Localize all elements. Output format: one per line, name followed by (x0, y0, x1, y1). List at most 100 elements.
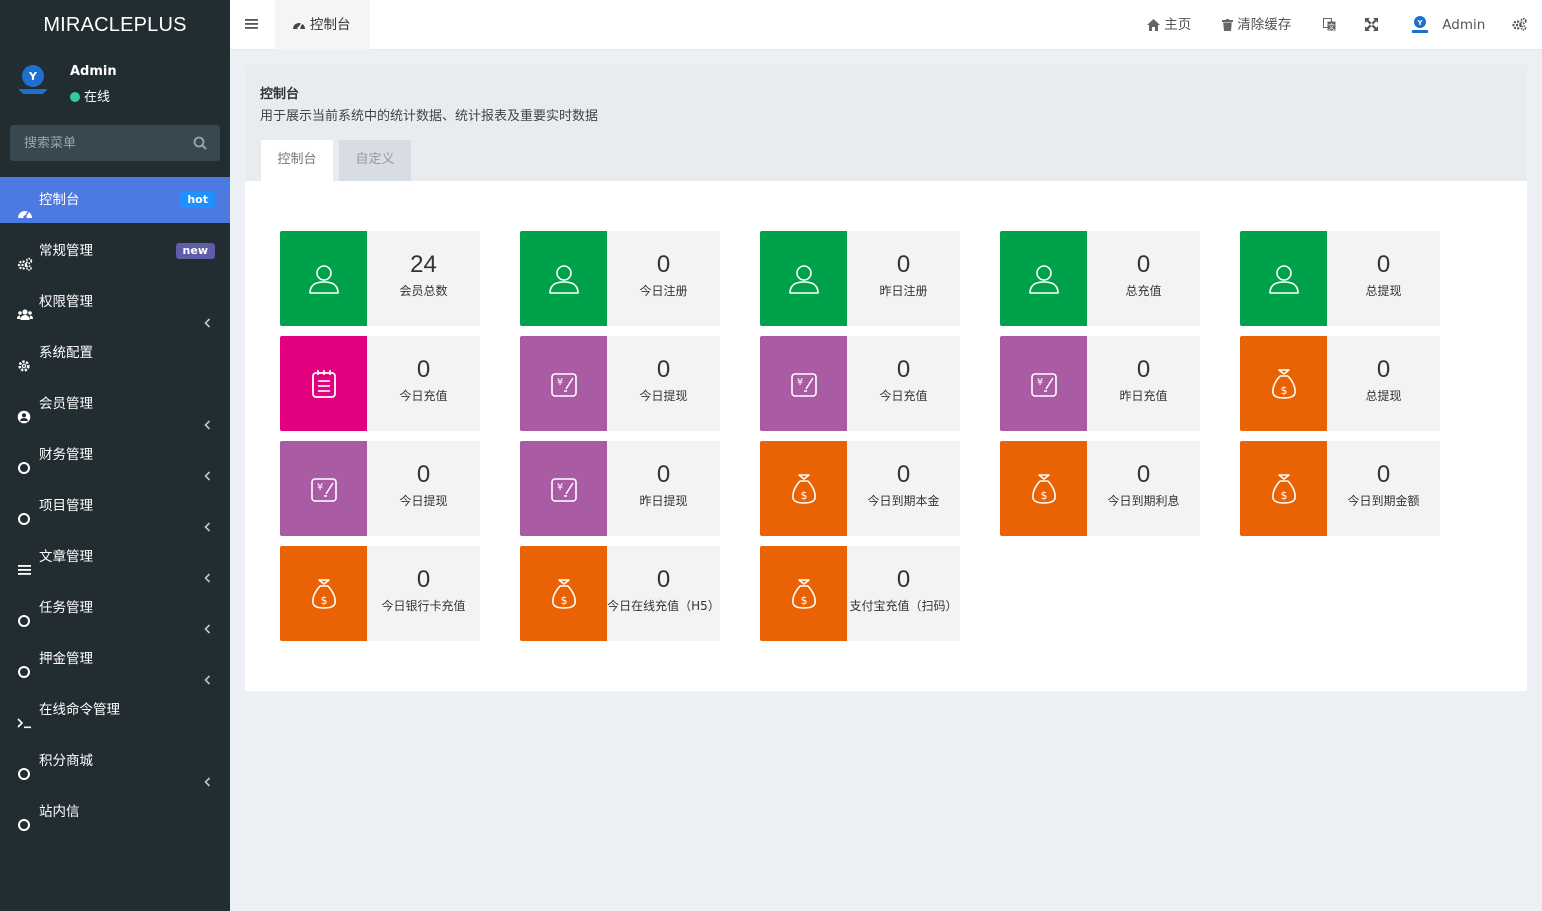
menu-badge-new: new (175, 243, 215, 259)
sidebar-item-label: 控制台 (39, 192, 80, 208)
stat-label: 昨日提现 (639, 494, 688, 508)
home-link[interactable]: 主页 (1147, 0, 1191, 50)
stat-card: ¥0 今日充值 (760, 336, 960, 431)
topbar: 控制台 主页 清除缓存 文 Y Admin (230, 0, 1542, 50)
stat-label: 总提现 (1365, 389, 1402, 403)
money-bag-icon: $ (1000, 441, 1087, 536)
stat-value: 0 (896, 251, 911, 278)
yuan-card-icon: ¥ (760, 336, 847, 431)
svg-text:Y: Y (28, 70, 38, 83)
chevron-left-icon[interactable] (204, 658, 211, 685)
stat-value: 0 (1376, 356, 1391, 383)
user-icon (520, 231, 607, 326)
stat-label: 会员总数 (399, 284, 448, 298)
chevron-left-icon[interactable] (204, 403, 211, 430)
sidebar-item[interactable]: 财务管理 (0, 432, 230, 483)
sidebar-item[interactable]: 系统配置 (0, 330, 230, 381)
menu-toggle-icon[interactable] (245, 17, 259, 31)
expand-icon (1365, 18, 1378, 31)
user-icon (1000, 231, 1087, 326)
sidebar-item-label: 在线命令管理 (39, 702, 120, 718)
notepad-icon (280, 336, 367, 431)
stat-label: 支付宝充值（扫码） (849, 599, 958, 613)
sidebar-item-label: 项目管理 (39, 498, 93, 514)
stat-card: $0 今日银行卡充值 (280, 546, 480, 641)
brand-logo-text[interactable]: MIRACLEPLUS (0, 0, 230, 50)
sidebar-item[interactable]: 任务管理 (0, 585, 230, 636)
sidebar-menu: 控制台 hot 常规管理 new 权限管理系统配置会员管理财务管理项目管理文章管理 任务管… (0, 177, 230, 840)
chevron-left-icon[interactable] (204, 760, 211, 787)
stat-card: $0 今日到期金额 (1240, 441, 1440, 536)
settings-button[interactable] (1512, 0, 1527, 50)
chevron-left-icon[interactable] (204, 505, 211, 532)
translate-button[interactable]: 文 (1323, 0, 1336, 50)
yuan-card-icon: ¥ (520, 336, 607, 431)
tab-dashboard-label: 控制台 (310, 17, 351, 33)
dashboard-icon (17, 193, 33, 219)
svg-text:Y: Y (1416, 19, 1423, 27)
stat-label: 昨日注册 (879, 284, 928, 298)
chevron-left-icon[interactable] (204, 301, 211, 328)
sidebar-item[interactable]: 押金管理 (0, 636, 230, 687)
stat-value: 0 (416, 461, 431, 488)
tab-dashboard[interactable]: 控制台 (275, 0, 370, 50)
user-icon (280, 231, 367, 326)
circle-icon (17, 754, 33, 780)
circle-icon (17, 448, 33, 474)
stat-label: 今日提现 (399, 494, 448, 508)
sidebar-item[interactable]: 会员管理 (0, 381, 230, 432)
yuan-card-icon: ¥ (280, 441, 367, 536)
stat-card: 0 昨日注册 (760, 231, 960, 326)
stat-value: 0 (656, 356, 671, 383)
sidebar-item[interactable]: 站内信 (0, 789, 230, 840)
search-icon[interactable] (192, 135, 208, 151)
tab-custom[interactable]: 自定义 (339, 140, 411, 181)
user-status: 在线 (70, 86, 110, 105)
clear-cache-button[interactable]: 清除缓存 (1222, 0, 1291, 50)
sidebar-item-label: 财务管理 (39, 447, 93, 463)
stat-card: $0 今日在线充值（H5） (520, 546, 720, 641)
money-bag-icon: $ (1240, 336, 1327, 431)
user-name: Admin (70, 64, 117, 79)
stat-value: 0 (656, 566, 671, 593)
dashboard-panel: 控制台 用于展示当前系统中的统计数据、统计报表及重要实时数据 控制台 自定义 2… (245, 65, 1527, 691)
chevron-left-icon[interactable] (204, 556, 211, 583)
chevron-left-icon[interactable] (204, 607, 211, 634)
sidebar-item-label: 系统配置 (39, 345, 93, 361)
tab-dashboard-panel[interactable]: 控制台 (261, 140, 333, 181)
sidebar-item[interactable]: 文章管理 (0, 534, 230, 585)
cogs-icon (17, 244, 33, 271)
svg-text:$: $ (320, 594, 327, 607)
list-icon (17, 550, 33, 575)
chevron-left-icon[interactable] (204, 454, 211, 481)
sidebar-item-label: 会员管理 (39, 396, 93, 412)
stat-value: 0 (1136, 461, 1151, 488)
yuan-card-icon: ¥ (520, 441, 607, 536)
sidebar-item[interactable]: 常规管理 new (0, 228, 230, 279)
sidebar-item[interactable]: 项目管理 (0, 483, 230, 534)
sidebar-item[interactable]: 积分商城 (0, 738, 230, 789)
sidebar-item[interactable]: 权限管理 (0, 279, 230, 330)
stat-label: 今日银行卡充值 (381, 599, 466, 613)
svg-text:文: 文 (1328, 22, 1335, 31)
gear-icon (17, 346, 33, 372)
svg-text:$: $ (1280, 489, 1287, 502)
stat-value: 0 (416, 566, 431, 593)
user-menu[interactable]: Y Admin (1410, 0, 1485, 50)
money-bag-icon: $ (280, 546, 367, 641)
search-input[interactable] (10, 125, 190, 161)
money-bag-icon: $ (760, 441, 847, 536)
home-icon (1147, 19, 1160, 31)
translate-icon: 文 (1323, 18, 1336, 31)
yuan-card-icon: ¥ (1000, 336, 1087, 431)
fullscreen-button[interactable] (1365, 0, 1378, 50)
stat-value: 0 (896, 461, 911, 488)
stat-card: $0 总提现 (1240, 336, 1440, 431)
sidebar-item[interactable]: 在线命令管理 (0, 687, 230, 738)
stat-card: $0 今日到期本金 (760, 441, 960, 536)
stat-value: 0 (416, 356, 431, 383)
stat-value: 0 (896, 356, 911, 383)
page-description: 用于展示当前系统中的统计数据、统计报表及重要实时数据 (260, 109, 599, 124)
sidebar-item[interactable]: 控制台 hot (0, 177, 230, 223)
stat-card: ¥0 昨日充值 (1000, 336, 1200, 431)
